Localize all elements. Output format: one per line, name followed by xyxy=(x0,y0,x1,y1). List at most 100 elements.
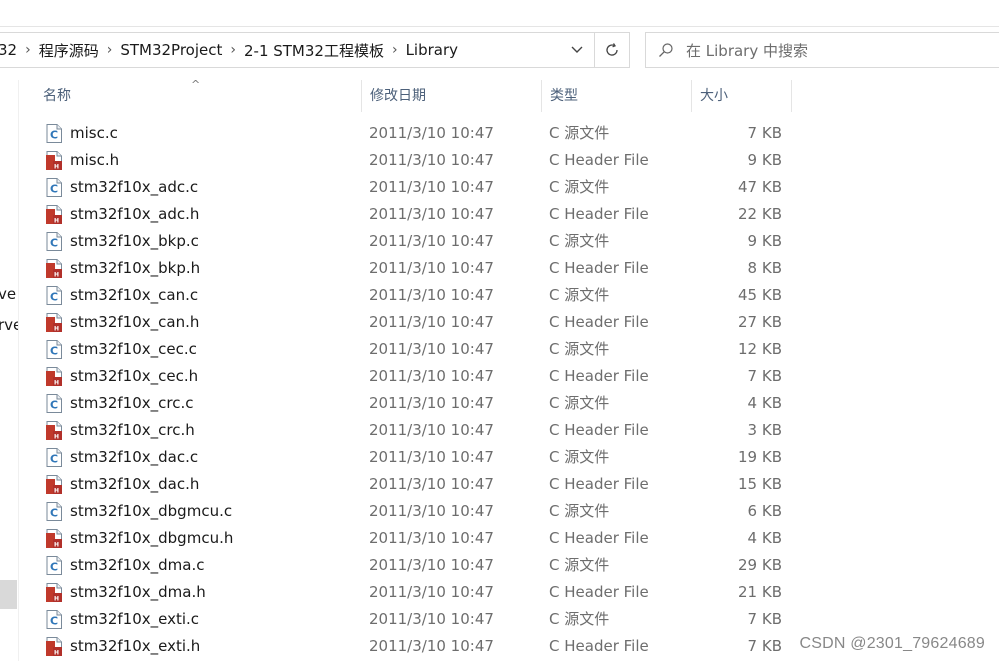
file-type: C 源文件 xyxy=(549,178,610,196)
file-name[interactable]: stm32f10x_exti.c xyxy=(70,606,199,633)
file-row[interactable]: Cstm32f10x_dma.c 2011/3/10 10:47 C 源文件 29 K… xyxy=(19,552,999,579)
search-box[interactable]: 在 Library 中搜索 xyxy=(645,32,999,68)
file-row[interactable]: Hstm32f10x_adc.h 2011/3/10 10:47 C Header … xyxy=(19,201,999,228)
address-bar[interactable]: 32 › 程序源码 › STM32Project › 2-1 STM32工程模板… xyxy=(0,32,630,68)
file-name[interactable]: stm32f10x_bkp.c xyxy=(70,228,199,255)
watermark: CSDN @2301_79624689 xyxy=(799,635,985,652)
refresh-icon xyxy=(606,43,618,56)
title-strip xyxy=(0,0,999,27)
breadcrumb-item-current[interactable]: Library xyxy=(402,41,462,59)
file-name[interactable]: stm32f10x_dbgmcu.c xyxy=(70,498,232,525)
file-modified-date: 2011/3/10 10:47 xyxy=(369,124,494,142)
file-name[interactable]: stm32f10x_adc.c xyxy=(70,174,198,201)
svg-text:H: H xyxy=(54,596,59,603)
navigation-pane: ve rve xyxy=(0,80,18,661)
file-row[interactable]: Cstm32f10x_dac.c 2011/3/10 10:47 C 源文件 19 K… xyxy=(19,444,999,471)
file-name[interactable]: stm32f10x_can.h xyxy=(70,309,199,336)
file-row[interactable]: Cstm32f10x_exti.c 2011/3/10 10:47 C 源文件 7 K… xyxy=(19,606,999,633)
file-name[interactable]: stm32f10x_crc.c xyxy=(70,390,194,417)
svg-text:H: H xyxy=(54,164,59,171)
file-name[interactable]: stm32f10x_cec.h xyxy=(70,363,198,390)
file-size: 22 KB xyxy=(738,205,782,223)
file-modified-date: 2011/3/10 10:47 xyxy=(369,421,494,439)
file-name[interactable]: stm32f10x_dbgmcu.h xyxy=(70,525,233,552)
file-type: C 源文件 xyxy=(549,448,610,466)
file-row[interactable]: Hmisc.h 2011/3/10 10:47 C Header File 9 KB xyxy=(19,147,999,174)
file-name[interactable]: stm32f10x_crc.h xyxy=(70,417,195,444)
c-header-icon: H xyxy=(46,151,62,171)
column-header-size[interactable]: 大小 xyxy=(692,80,792,112)
file-name[interactable]: stm32f10x_bkp.h xyxy=(70,255,200,282)
breadcrumb-item[interactable]: 32 xyxy=(0,41,21,59)
file-row[interactable]: Cstm32f10x_dbgmcu.c 2011/3/10 10:47 C 源文件 6… xyxy=(19,498,999,525)
file-name[interactable]: stm32f10x_dma.h xyxy=(70,579,206,606)
file-row[interactable]: Cstm32f10x_bkp.c 2011/3/10 10:47 C 源文件 9 KB xyxy=(19,228,999,255)
file-row[interactable]: Hstm32f10x_cec.h 2011/3/10 10:47 C Header … xyxy=(19,363,999,390)
address-history-button[interactable] xyxy=(560,33,594,67)
file-modified-date: 2011/3/10 10:47 xyxy=(369,610,494,628)
file-type: C 源文件 xyxy=(549,124,610,142)
file-row[interactable]: Hstm32f10x_dbgmcu.h 2011/3/10 10:47 C Head… xyxy=(19,525,999,552)
breadcrumb-separator-icon[interactable]: › xyxy=(388,42,402,58)
file-modified-date: 2011/3/10 10:47 xyxy=(369,637,494,655)
file-modified-date: 2011/3/10 10:47 xyxy=(369,529,494,547)
file-row[interactable]: Cstm32f10x_crc.c 2011/3/10 10:47 C 源文件 4 KB xyxy=(19,390,999,417)
file-name[interactable]: stm32f10x_dac.h xyxy=(70,471,199,498)
file-name[interactable]: misc.h xyxy=(70,147,119,174)
file-size: 21 KB xyxy=(738,583,782,601)
c-source-icon: C xyxy=(46,448,62,467)
file-type: C Header File xyxy=(549,367,649,385)
file-name[interactable]: stm32f10x_dma.c xyxy=(70,552,204,579)
breadcrumb-separator-icon[interactable]: › xyxy=(103,42,117,58)
file-row[interactable]: Cstm32f10x_can.c 2011/3/10 10:47 C 源文件 45 K… xyxy=(19,282,999,309)
file-name[interactable]: stm32f10x_dac.c xyxy=(70,444,198,471)
file-size: 7 KB xyxy=(747,124,782,142)
file-modified-date: 2011/3/10 10:47 xyxy=(369,367,494,385)
breadcrumb-item[interactable]: 2-1 STM32工程模板 xyxy=(240,40,388,61)
column-header: ^ 名称 修改日期 类型 大小 xyxy=(19,78,999,112)
c-source-icon: C xyxy=(46,124,62,143)
file-row[interactable]: Hstm32f10x_bkp.h 2011/3/10 10:47 C Header … xyxy=(19,255,999,282)
nav-item-selected[interactable] xyxy=(0,580,17,609)
file-type: C Header File xyxy=(549,205,649,223)
file-row[interactable]: Hstm32f10x_can.h 2011/3/10 10:47 C Header … xyxy=(19,309,999,336)
breadcrumb-item[interactable]: STM32Project xyxy=(116,41,226,59)
column-header-type[interactable]: 类型 xyxy=(542,80,692,112)
file-modified-date: 2011/3/10 10:47 xyxy=(369,232,494,250)
file-type: C Header File xyxy=(549,475,649,493)
refresh-button[interactable] xyxy=(594,33,629,67)
file-name[interactable]: stm32f10x_adc.h xyxy=(70,201,199,228)
file-modified-date: 2011/3/10 10:47 xyxy=(369,313,494,331)
search-icon xyxy=(646,42,686,58)
file-type: C 源文件 xyxy=(549,502,610,520)
file-row[interactable]: Cstm32f10x_adc.c 2011/3/10 10:47 C 源文件 47 K… xyxy=(19,174,999,201)
breadcrumb-separator-icon[interactable]: › xyxy=(21,42,35,58)
search-input[interactable]: 在 Library 中搜索 xyxy=(686,40,808,61)
file-modified-date: 2011/3/10 10:47 xyxy=(369,583,494,601)
nav-item-partial[interactable]: ve xyxy=(0,285,16,303)
svg-text:C: C xyxy=(50,129,58,142)
file-row[interactable]: Cstm32f10x_cec.c 2011/3/10 10:47 C 源文件 12 K… xyxy=(19,336,999,363)
nav-item-partial[interactable]: rve xyxy=(0,316,18,334)
file-name[interactable]: stm32f10x_can.c xyxy=(70,282,198,309)
file-name[interactable]: misc.c xyxy=(70,120,118,147)
c-source-icon: C xyxy=(46,178,62,197)
file-name[interactable]: stm32f10x_cec.c xyxy=(70,336,197,363)
column-header-date[interactable]: 修改日期 xyxy=(362,80,542,112)
file-name[interactable]: stm32f10x_exti.h xyxy=(70,633,200,660)
file-row[interactable]: Hstm32f10x_dac.h 2011/3/10 10:47 C Header … xyxy=(19,471,999,498)
file-type: C Header File xyxy=(549,637,649,655)
svg-text:H: H xyxy=(54,218,59,225)
breadcrumb-item[interactable]: 程序源码 xyxy=(35,40,103,61)
column-header-name[interactable]: 名称 xyxy=(35,80,362,112)
file-row[interactable]: Hstm32f10x_dma.h 2011/3/10 10:47 C Header … xyxy=(19,579,999,606)
breadcrumb-separator-icon[interactable]: › xyxy=(226,42,240,58)
file-row[interactable]: Cmisc.c 2011/3/10 10:47 C 源文件 7 KB xyxy=(19,120,999,147)
c-header-icon: H xyxy=(46,583,62,603)
c-header-icon: H xyxy=(46,421,62,441)
file-modified-date: 2011/3/10 10:47 xyxy=(369,475,494,493)
file-size: 6 KB xyxy=(747,502,782,520)
file-row[interactable]: Hstm32f10x_crc.h 2011/3/10 10:47 C Header … xyxy=(19,417,999,444)
c-source-icon: C xyxy=(46,286,62,305)
file-type: C 源文件 xyxy=(549,610,610,628)
